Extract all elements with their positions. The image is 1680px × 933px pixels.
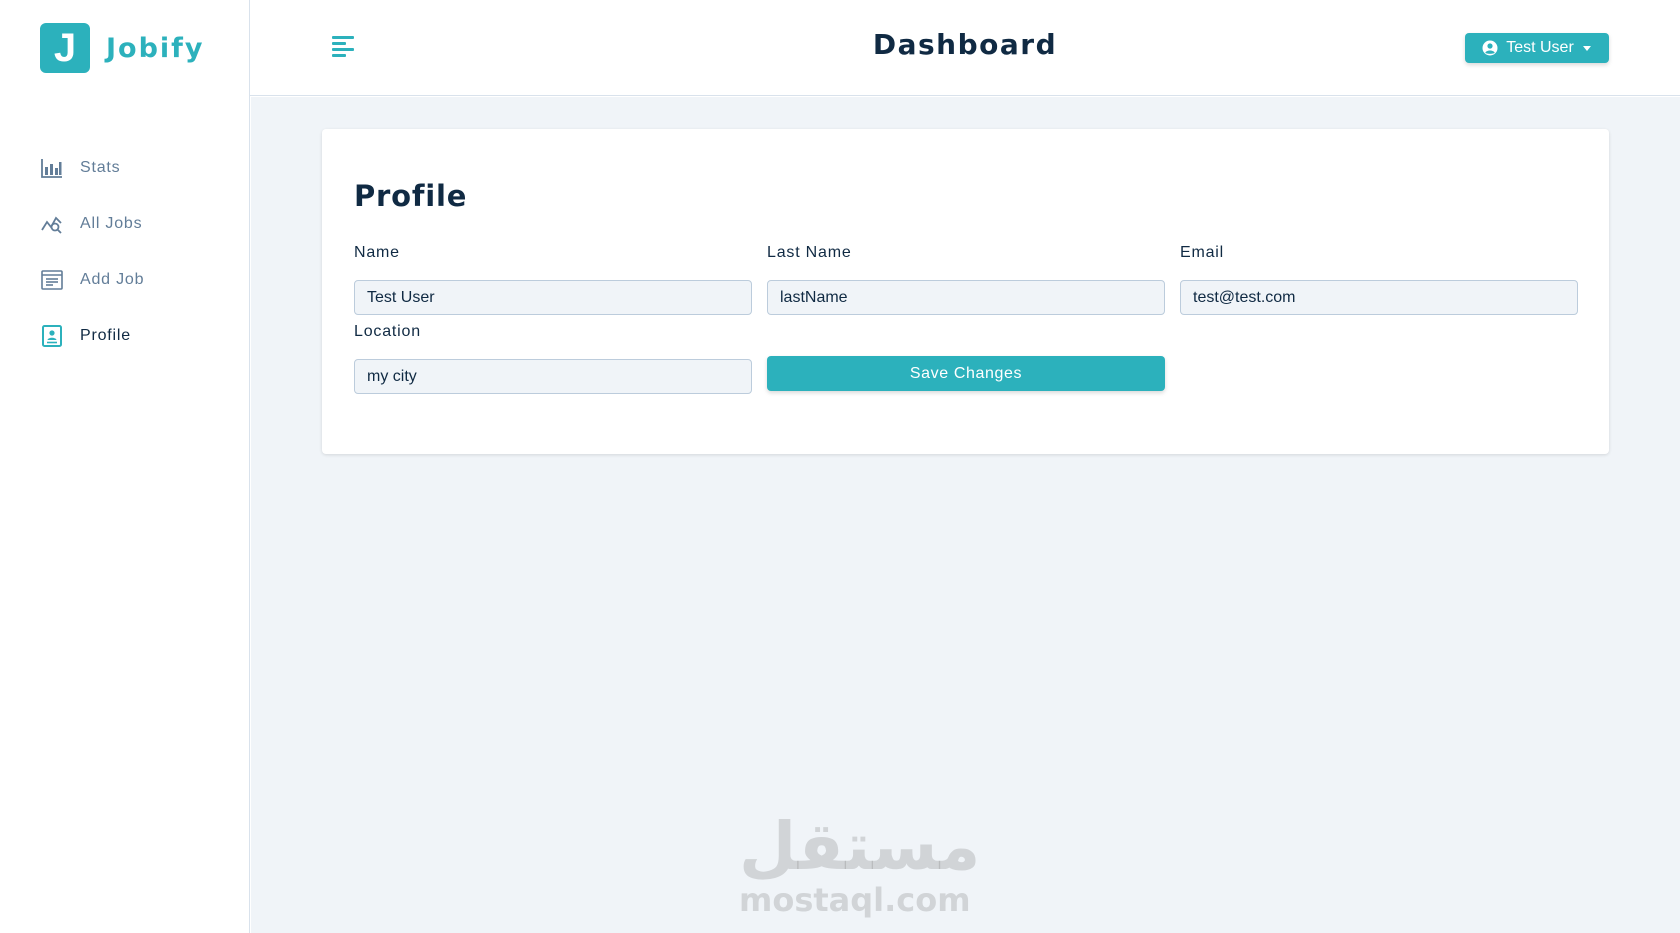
email-label: Email — [1180, 244, 1225, 261]
sidebar-item-stats[interactable]: Stats — [40, 140, 144, 196]
bar-chart-icon — [40, 156, 64, 180]
chart-search-icon — [40, 212, 64, 236]
last-name-input[interactable] — [767, 280, 1165, 315]
watermark: مستقل mostaql.com — [739, 808, 981, 919]
sidebar-item-label: Add Job — [80, 271, 145, 288]
email-input[interactable] — [1180, 280, 1578, 315]
watermark-latin: mostaql.com — [739, 881, 971, 919]
sidebar-item-all-jobs[interactable]: All Jobs — [40, 196, 144, 252]
main-content: Profile Name Last Name Email Location Sa… — [251, 97, 1680, 933]
id-card-icon — [40, 324, 64, 348]
sidebar-item-add-job[interactable]: Add Job — [40, 252, 144, 308]
logo[interactable]: J Jobify — [40, 23, 205, 73]
logo-mark: J — [40, 23, 90, 73]
caret-down-icon — [1582, 46, 1591, 51]
sidebar-nav: Stats All Jobs Add Job Profile — [40, 140, 144, 364]
user-menu-button[interactable]: Test User — [1465, 33, 1609, 63]
name-field-group: Name — [354, 244, 752, 315]
save-changes-button[interactable]: Save Changes — [767, 356, 1165, 391]
watermark-arabic: مستقل — [739, 808, 981, 885]
name-label: Name — [354, 244, 400, 261]
last-name-label: Last Name — [767, 244, 852, 261]
sidebar-item-label: All Jobs — [80, 215, 143, 232]
logo-text: Jobify — [106, 32, 205, 64]
name-input[interactable] — [354, 280, 752, 315]
location-input[interactable] — [354, 359, 752, 394]
user-circle-icon — [1482, 40, 1498, 56]
sidebar-item-profile[interactable]: Profile — [40, 308, 144, 364]
last-name-field-group: Last Name — [767, 244, 1165, 315]
form-title: Profile — [354, 179, 468, 213]
location-field-group: Location — [354, 323, 752, 394]
form-add-icon — [40, 268, 64, 292]
profile-form: Profile Name Last Name Email Location Sa… — [322, 129, 1609, 454]
location-label: Location — [354, 323, 421, 340]
top-bar: Dashboard Test User — [250, 0, 1680, 96]
sidebar-item-label: Profile — [80, 327, 131, 344]
email-field-group: Email — [1180, 244, 1578, 315]
sidebar: J Jobify Stats All Jobs Add Job Profile — [0, 0, 250, 933]
user-menu-label: Test User — [1506, 39, 1574, 56]
sidebar-item-label: Stats — [80, 159, 121, 176]
